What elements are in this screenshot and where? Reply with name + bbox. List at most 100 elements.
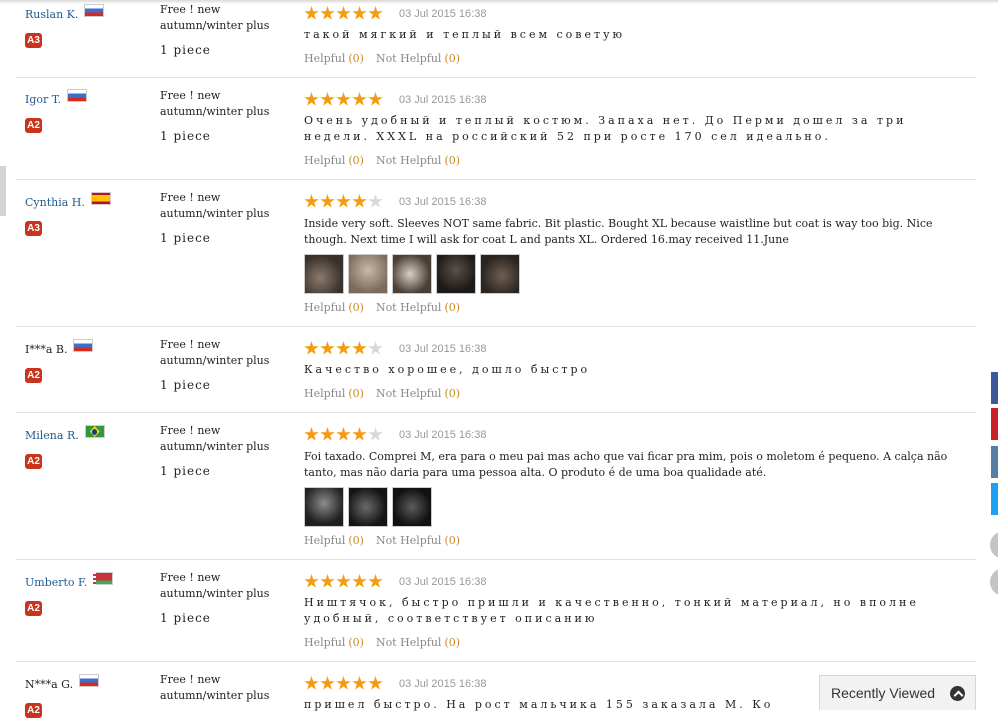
not-helpful-button[interactable]: Not Helpful	[376, 154, 442, 167]
not-helpful-button[interactable]: Not Helpful	[376, 301, 442, 314]
helpful-button[interactable]: Helpful	[304, 52, 345, 65]
reviewer-level-badge: A2	[25, 118, 42, 133]
facebook-share-button[interactable]	[991, 372, 998, 404]
review-body: 03 Jul 2015 16:38 такой мягкий и теплый …	[304, 6, 970, 43]
russia-flag-icon	[79, 674, 100, 687]
reviewer-level-badge: A3	[25, 33, 42, 48]
product-info: Free ! new autumn/winter plus	[160, 672, 292, 704]
helpful-row: Helpful (0) Not Helpful (0)	[304, 534, 460, 548]
helpful-button[interactable]: Helpful	[304, 534, 345, 547]
product-name-line2: autumn/winter plus	[160, 19, 270, 32]
helpful-count: (0)	[348, 52, 364, 65]
product-name-line2: autumn/winter plus	[160, 105, 270, 118]
reviewer-info: Ruslan K. A3	[25, 0, 155, 48]
star-rating	[304, 574, 384, 590]
reviewer-level-badge: A2	[25, 454, 42, 469]
review-body: 03 Jul 2015 16:38 Ништячок, быстро пришл…	[304, 574, 970, 627]
not-helpful-count: (0)	[444, 52, 461, 65]
review-photo[interactable]	[304, 487, 344, 527]
review-photo[interactable]	[348, 487, 388, 527]
russia-flag-icon	[84, 4, 105, 17]
not-helpful-count: (0)	[444, 636, 461, 649]
star-icon	[320, 194, 335, 208]
star-rating	[304, 427, 384, 443]
star-icon	[352, 676, 367, 690]
star-icon	[304, 92, 319, 106]
reviewer-name[interactable]: Igor T.	[25, 89, 155, 107]
helpful-count: (0)	[348, 636, 364, 649]
reviewer-name[interactable]: Ruslan K.	[25, 4, 155, 22]
reviewer-name: I***a B.	[25, 339, 155, 357]
twitter-share-button[interactable]	[991, 483, 998, 515]
review-item: Milena R. A2 Free ! new autumn/winter pl…	[16, 413, 976, 560]
side-circle-button[interactable]	[990, 568, 998, 596]
brazil-flag-icon	[84, 425, 105, 438]
helpful-row: Helpful (0) Not Helpful (0)	[304, 301, 460, 315]
reviewer-level-badge: A2	[25, 368, 42, 383]
star-icon	[336, 427, 351, 441]
spain-flag-icon	[90, 192, 111, 205]
chevron-up-icon[interactable]	[950, 686, 965, 701]
review-date: 03 Jul 2015 16:38	[399, 576, 487, 588]
review-date: 03 Jul 2015 16:38	[399, 429, 487, 441]
review-body: 03 Jul 2015 16:38 Inside very soft. Slee…	[304, 194, 970, 294]
star-rating	[304, 194, 384, 210]
star-icon	[352, 574, 367, 588]
review-photo[interactable]	[348, 254, 388, 294]
review-item: Igor T. A2 Free ! new autumn/winter plus…	[16, 78, 976, 180]
helpful-button[interactable]: Helpful	[304, 301, 345, 314]
review-item: Umberto F. A2 Free ! new autumn/winter p…	[16, 560, 976, 662]
product-name-line1: Free ! new	[160, 424, 221, 437]
recently-viewed-bar[interactable]: Recently Viewed	[819, 675, 976, 710]
star-icon	[368, 427, 383, 441]
star-icon	[320, 6, 335, 20]
star-icon	[304, 341, 319, 355]
review-photo[interactable]	[392, 254, 432, 294]
product-info: Free ! new autumn/winter plus 1 piece	[160, 337, 292, 393]
star-icon	[352, 194, 367, 208]
star-icon	[352, 6, 367, 20]
helpful-button[interactable]: Helpful	[304, 387, 345, 400]
star-rating	[304, 341, 384, 357]
star-rating	[304, 6, 384, 22]
product-info: Free ! new autumn/winter plus 1 piece	[160, 570, 292, 626]
star-icon	[336, 6, 351, 20]
reviewer-info: Umberto F. A2	[25, 560, 155, 616]
review-photo[interactable]	[392, 487, 432, 527]
not-helpful-button[interactable]: Not Helpful	[376, 534, 442, 547]
reviewer-name[interactable]: Cynthia H.	[25, 192, 155, 210]
helpful-button[interactable]: Helpful	[304, 636, 345, 649]
reviewer-info: Cynthia H. A3	[25, 180, 155, 236]
review-body: 03 Jul 2015 16:38 Качество хорошее, дошл…	[304, 341, 970, 378]
not-helpful-count: (0)	[444, 154, 461, 167]
star-icon	[368, 194, 383, 208]
star-icon	[320, 92, 335, 106]
product-name-line1: Free ! new	[160, 89, 221, 102]
review-text: Foi taxado. Comprei M, era para o meu pa…	[304, 450, 948, 479]
star-icon	[352, 341, 367, 355]
not-helpful-button[interactable]: Not Helpful	[376, 52, 442, 65]
star-icon	[336, 92, 351, 106]
product-name-line2: autumn/winter plus	[160, 689, 270, 702]
not-helpful-button[interactable]: Not Helpful	[376, 636, 442, 649]
review-date: 03 Jul 2015 16:38	[399, 343, 487, 355]
review-date: 03 Jul 2015 16:38	[399, 196, 487, 208]
review-photo[interactable]	[480, 254, 520, 294]
review-date: 03 Jul 2015 16:38	[399, 8, 487, 20]
scroll-top-button[interactable]	[990, 531, 998, 559]
star-icon	[336, 341, 351, 355]
vk-share-button[interactable]	[991, 446, 998, 478]
product-name-line1: Free ! new	[160, 3, 221, 16]
belarus-flag-icon	[93, 572, 114, 585]
star-icon	[320, 427, 335, 441]
review-photos	[304, 254, 970, 294]
not-helpful-button[interactable]: Not Helpful	[376, 387, 442, 400]
review-photo[interactable]	[436, 254, 476, 294]
reviewer-name[interactable]: Milena R.	[25, 425, 155, 443]
pinterest-share-button[interactable]	[991, 408, 998, 440]
reviewer-name[interactable]: Umberto F.	[25, 572, 155, 590]
review-photo[interactable]	[304, 254, 344, 294]
helpful-button[interactable]: Helpful	[304, 154, 345, 167]
star-icon	[368, 92, 383, 106]
left-edge-tab[interactable]	[0, 166, 6, 216]
